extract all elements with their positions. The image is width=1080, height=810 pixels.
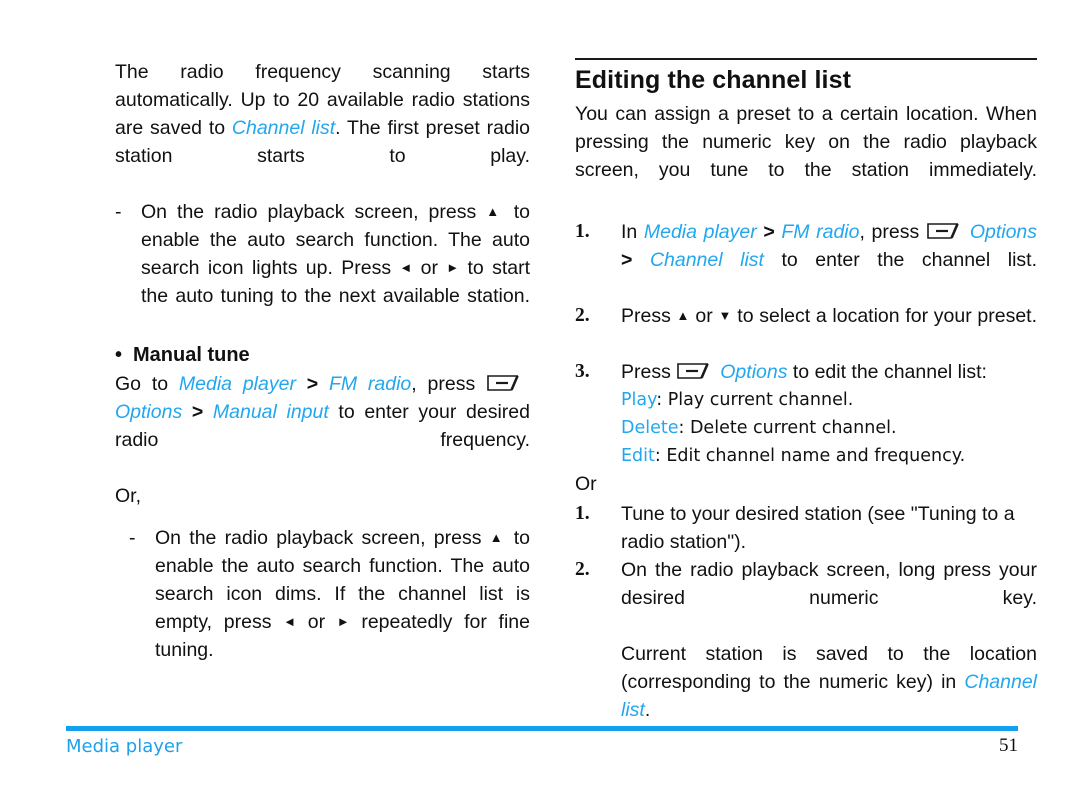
left-soft-key-icon	[677, 363, 719, 379]
mt-text-1: Go to	[115, 373, 179, 395]
s2-text-1: Press	[621, 305, 677, 327]
link-options-3[interactable]: Options	[720, 361, 787, 383]
step-item: 2. On the radio playback screen, long pre…	[575, 556, 1037, 640]
options-list: Play: Play current channel. Delete: Dele…	[575, 386, 1037, 470]
option-desc-edit: : Edit channel name and frequency.	[654, 446, 966, 466]
link-fm-radio-2[interactable]: FM radio	[781, 221, 859, 243]
left-soft-key-icon	[487, 375, 529, 391]
arrow-up-icon-3: ▲	[676, 308, 690, 323]
s3-text-2: to edit the channel list:	[787, 361, 987, 383]
dash1-text-1: On the radio playback screen, press	[141, 201, 487, 223]
dash-item-1: - On the radio playback screen, press ▲ t…	[115, 198, 530, 338]
option-label-edit[interactable]: Edit	[621, 446, 655, 466]
link-options[interactable]: Options	[115, 401, 182, 423]
option-row: Delete: Delete current channel.	[621, 414, 1037, 442]
or-text-right: Or	[575, 473, 597, 495]
or-text-left: Or,	[115, 485, 142, 507]
footer-section-label: Media player	[66, 736, 183, 757]
arrow-left-icon: ◄	[399, 260, 413, 275]
option-desc-delete: : Delete current channel.	[678, 418, 897, 438]
right-intro-paragraph: You can assign a preset to a certain loc…	[575, 103, 1037, 181]
sb1-text: Tune to your desired station (see "Tunin…	[621, 503, 1015, 553]
step-number: 2.	[575, 559, 590, 580]
heading-rule	[575, 58, 1037, 60]
link-channel-list[interactable]: Channel list	[232, 117, 335, 139]
dash-item-2: - On the radio playback screen, press ▲ t…	[129, 524, 530, 692]
link-fm-radio[interactable]: FM radio	[329, 373, 411, 395]
arrow-right-icon: ►	[446, 260, 460, 275]
link-media-player[interactable]: Media player	[179, 373, 296, 395]
manual-tune-label: Manual tune	[133, 344, 250, 366]
link-media-player-2[interactable]: Media player	[644, 221, 757, 243]
step-item: 1. In Media player > FM radio, press Opti…	[575, 218, 1037, 302]
arrow-right-icon-2: ►	[336, 614, 350, 629]
s1-text-1: In	[621, 221, 644, 243]
path-separator-2: >	[182, 401, 213, 423]
footer-rule	[66, 726, 1018, 731]
arrow-up-icon: ▲	[486, 204, 504, 219]
s3-text-1: Press	[621, 361, 677, 383]
left-soft-key-icon	[927, 223, 969, 239]
link-options-2[interactable]: Options	[970, 221, 1037, 243]
arrow-left-icon-2: ◄	[283, 614, 297, 629]
option-row: Play: Play current channel.	[621, 386, 1037, 414]
manual-tune-heading: • Manual tune	[115, 340, 530, 370]
dash2-text-3: or	[296, 611, 337, 633]
left-column: The radio frequency scanning starts auto…	[115, 58, 530, 692]
step-item: 3. Press Options to edit the channel list…	[575, 358, 1037, 386]
s1-text-2: , press	[859, 221, 926, 243]
dash-marker: -	[115, 201, 122, 223]
step-number: 1.	[575, 503, 590, 524]
option-label-play[interactable]: Play	[621, 390, 656, 410]
option-label-delete[interactable]: Delete	[621, 418, 679, 438]
step-number: 2.	[575, 305, 590, 326]
link-manual-input[interactable]: Manual input	[213, 401, 329, 423]
arrow-up-icon-2: ▲	[489, 530, 506, 545]
right-column: Editing the channel list You can assign …	[575, 58, 1037, 752]
path-separator-3: >	[756, 221, 782, 243]
dash1-text-3: or	[412, 257, 447, 279]
closing-text-2: .	[644, 699, 651, 721]
option-desc-play: : Play current channel.	[656, 390, 854, 410]
step-item: 2. Press ▲ or ▼ to select a location for …	[575, 302, 1037, 358]
document-page: The radio frequency scanning starts auto…	[0, 0, 1080, 810]
dash-marker-2: -	[129, 527, 136, 549]
mt-text-2: , press	[411, 373, 486, 395]
arrow-down-icon: ▼	[718, 308, 732, 323]
step-item: 1. Tune to your desired station (see "Tun…	[575, 500, 1037, 556]
step-number: 1.	[575, 221, 590, 242]
s2-text-2: or	[689, 305, 719, 327]
link-channel-list-2[interactable]: Channel list	[650, 249, 764, 271]
intro-paragraph: The radio frequency scanning starts auto…	[115, 58, 530, 198]
s2-text-3: to select a location for your preset.	[731, 305, 1038, 327]
section-heading: Editing the channel list	[575, 66, 852, 94]
s1-text-3: to enter the channel list.	[763, 249, 1038, 271]
bullet-icon: •	[115, 344, 123, 366]
path-separator: >	[295, 373, 329, 395]
page-number: 51	[999, 735, 1018, 756]
step-number: 3.	[575, 361, 590, 382]
dash2-text-1: On the radio playback screen, press	[155, 527, 490, 549]
path-separator-4: >	[621, 249, 650, 271]
sb2-text: On the radio playback screen, long press…	[621, 559, 1037, 609]
option-row: Edit: Edit channel name and frequency.	[621, 442, 1037, 470]
manual-tune-body: Go to Media player > FM radio, press Opt…	[115, 370, 530, 482]
